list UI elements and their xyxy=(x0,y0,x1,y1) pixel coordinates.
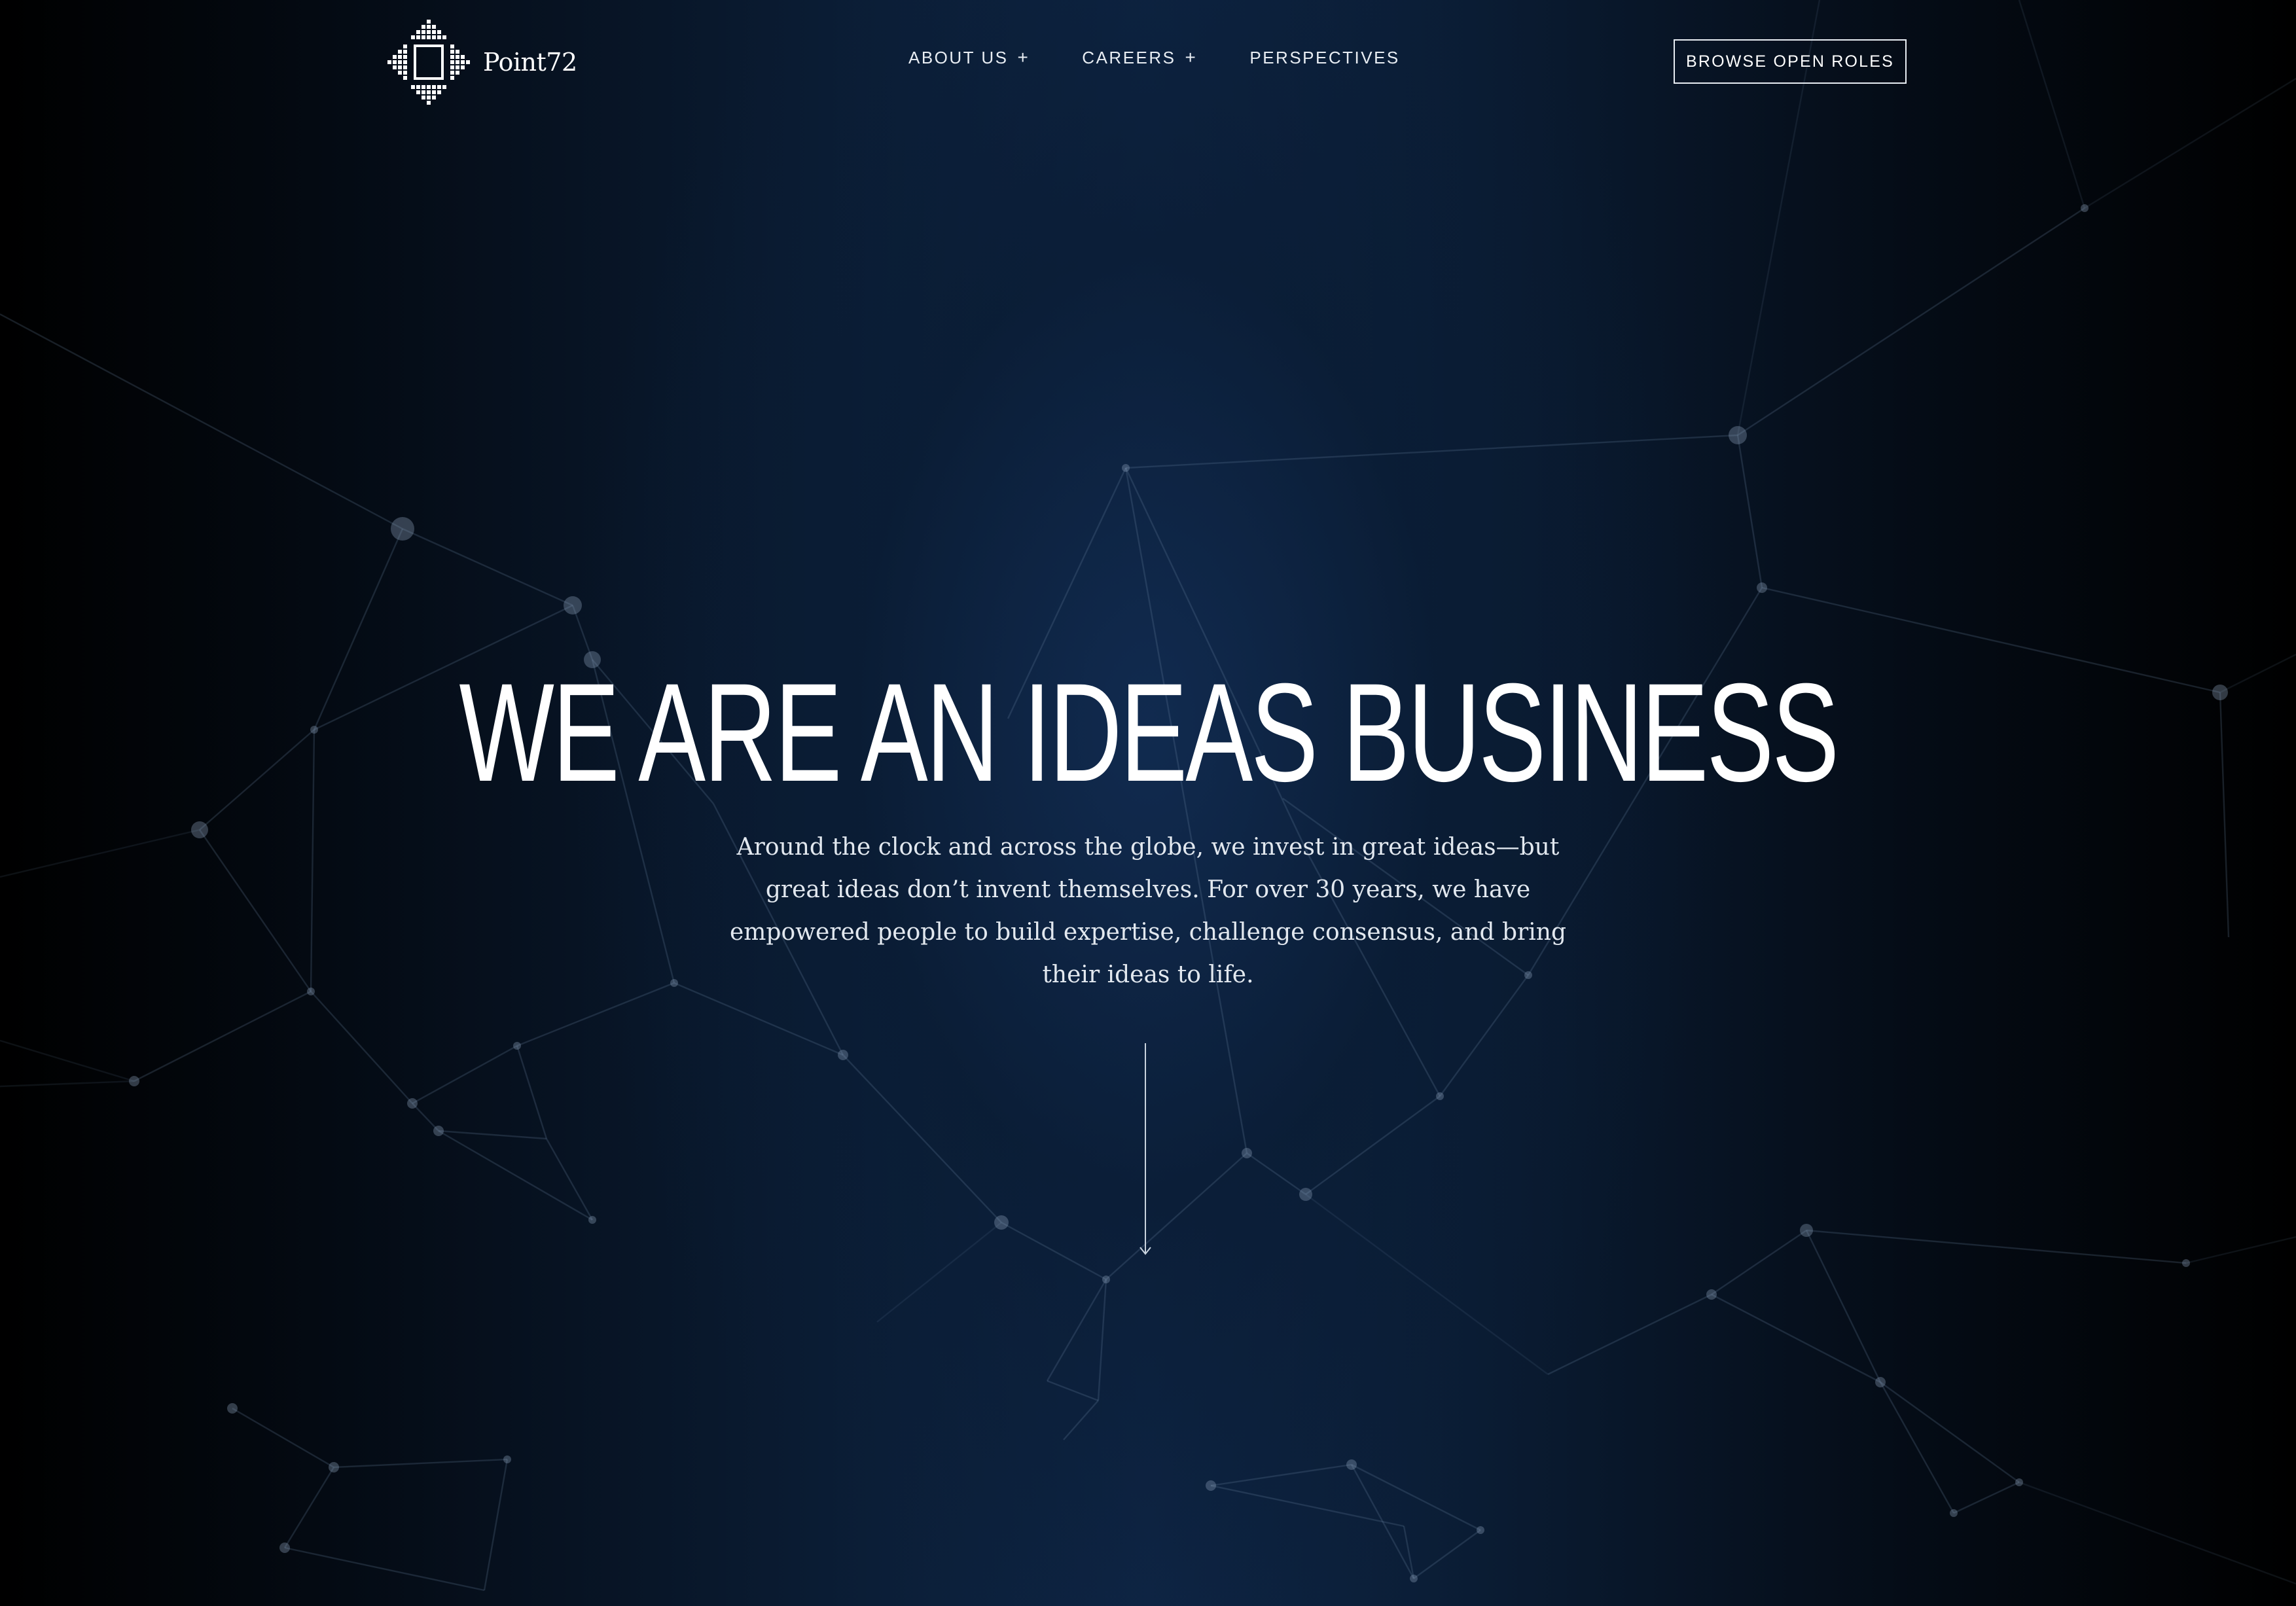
browse-open-roles-button[interactable]: BROWSE OPEN ROLES xyxy=(1674,39,1907,84)
nav-item-about-us[interactable]: ABOUT US + xyxy=(908,47,1030,68)
nav-item-label: ABOUT US xyxy=(908,47,1009,67)
hero-subtitle: Around the clock and across the globe, w… xyxy=(729,834,1567,988)
hero-title: WE ARE AN IDEAS BUSINESS xyxy=(0,661,2296,805)
brand-name: Point72 xyxy=(483,48,577,77)
hero-title-text: WE ARE AN IDEAS BUSINESS xyxy=(459,654,1839,811)
nav-item-label: CAREERS xyxy=(1082,47,1176,67)
logo-link[interactable]: Point72 xyxy=(387,20,577,105)
page: Point72 ABOUT US + CAREERS + PERSPECTIVE… xyxy=(0,0,2296,1606)
nav-item-label: PERSPECTIVES xyxy=(1249,47,1400,67)
plus-icon: + xyxy=(1017,47,1030,67)
nav-item-careers[interactable]: CAREERS + xyxy=(1082,47,1197,68)
plus-icon: + xyxy=(1185,47,1198,67)
site-header: Point72 ABOUT US + CAREERS + PERSPECTIVE… xyxy=(0,0,2296,124)
main-nav: ABOUT US + CAREERS + PERSPECTIVES xyxy=(908,47,1400,68)
point72-logo-icon xyxy=(387,20,470,105)
nav-item-perspectives[interactable]: PERSPECTIVES xyxy=(1249,47,1399,68)
arrow-down-icon[interactable] xyxy=(1136,1043,1155,1257)
